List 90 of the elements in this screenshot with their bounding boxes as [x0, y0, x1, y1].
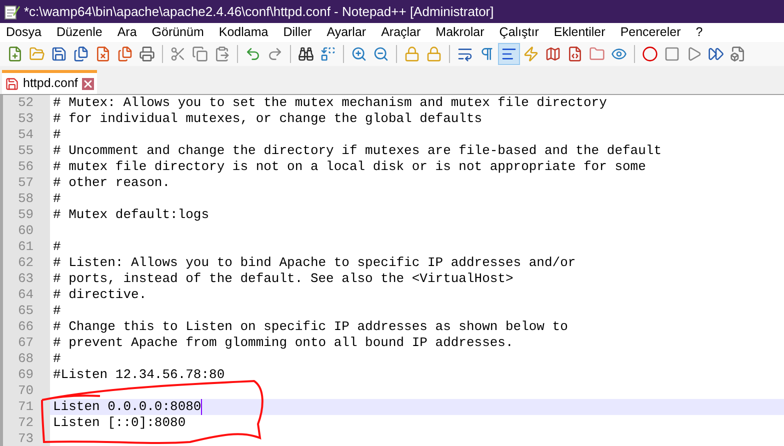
line-number: 56	[3, 159, 50, 175]
code-line: #	[52, 239, 62, 255]
menu-item[interactable]: Düzenle	[56, 23, 102, 42]
wrap-icon	[457, 46, 473, 62]
zoom-out-icon	[373, 46, 389, 62]
line-number: 53	[3, 111, 50, 127]
toolbar-button[interactable]	[498, 43, 520, 65]
code-line: #Listen 12.34.56.78:80	[52, 367, 226, 383]
code-line: #	[52, 351, 62, 367]
code-line: #	[52, 127, 62, 143]
code-line: # Mutex: Allows you to set the mutex mechanism and mutex file directory	[52, 95, 608, 111]
line-number: 70	[3, 383, 50, 399]
files-close-icon	[117, 46, 133, 62]
menu-item[interactable]: Araçlar	[381, 23, 421, 42]
code-line: # Mutex default:logs	[52, 207, 210, 223]
save-icon	[5, 76, 19, 90]
cut-icon	[170, 46, 186, 62]
line-number: 67	[3, 335, 50, 351]
code-line: #	[52, 191, 62, 207]
line-number: 72	[3, 415, 50, 431]
pilcrow-icon	[479, 46, 495, 62]
code-line: Listen [::0]:8080	[52, 415, 187, 431]
file-tab[interactable]: httpd.conf	[2, 70, 97, 94]
notepad-icon	[4, 4, 20, 20]
code-line: # mutex file directory is not on a local disk or is not appropriate for some	[52, 159, 647, 175]
close-icon[interactable]	[82, 78, 94, 90]
print-icon	[139, 46, 155, 62]
menu-item[interactable]: Makrolar	[436, 23, 484, 42]
zoom-in-icon	[351, 46, 367, 62]
fast-forward-icon	[708, 46, 724, 62]
menu-item[interactable]: Ara	[117, 23, 137, 42]
line-number: 52	[3, 95, 50, 111]
line-number: 58	[3, 191, 50, 207]
window-title: *c:\wamp64\bin\apache\apache2.4.46\conf\httpd.conf - Notepad++ [Administrator]	[24, 2, 494, 21]
code-line: #	[52, 303, 62, 319]
line-number: 61	[3, 239, 50, 255]
lightning-icon	[523, 46, 539, 62]
line-number: 54	[3, 127, 50, 143]
menu-item[interactable]: Çalıştır	[499, 23, 539, 42]
tab-label: httpd.conf	[23, 75, 78, 92]
play-icon	[686, 46, 702, 62]
record-icon	[642, 46, 658, 62]
line-number: 66	[3, 319, 50, 335]
line-number: 69	[3, 367, 50, 383]
code-line: # Uncomment and change the directory if mutexes are file-based and the default	[52, 143, 662, 159]
menu-item[interactable]: Eklentiler	[554, 23, 606, 42]
save-icon	[51, 46, 67, 62]
stop-icon	[664, 46, 680, 62]
files-icon	[73, 46, 89, 62]
new-file-icon	[7, 46, 23, 62]
line-number: 68	[3, 351, 50, 367]
text-cursor	[201, 399, 202, 415]
copy-icon	[192, 46, 208, 62]
line-number: 64	[3, 287, 50, 303]
folder-icon	[589, 46, 605, 62]
menu-item[interactable]: Dosya	[6, 23, 42, 42]
file-close-icon	[95, 46, 111, 62]
lock-icon	[426, 46, 442, 62]
folder-icon	[29, 46, 45, 62]
menu-item[interactable]: Görünüm	[152, 23, 204, 42]
indent-guide-icon	[501, 46, 517, 62]
line-number: 62	[3, 255, 50, 271]
line-number: 63	[3, 271, 50, 287]
line-number: 71	[3, 399, 50, 415]
line-number: 65	[3, 303, 50, 319]
code-line: # directive.	[52, 287, 148, 303]
line-number: 60	[3, 223, 50, 239]
eye-icon	[611, 46, 627, 62]
code-line: # Listen: Allows you to bind Apache to specific IP addresses and/or	[52, 255, 577, 271]
paste-icon	[214, 46, 230, 62]
menu-item[interactable]: Ayarlar	[326, 23, 366, 42]
line-number: 55	[3, 143, 50, 159]
code-line: # other reason.	[52, 175, 172, 191]
line-number: 73	[3, 431, 50, 446]
map-icon	[545, 46, 561, 62]
menu-item[interactable]: Kodlama	[218, 23, 268, 42]
line-number: 59	[3, 207, 50, 223]
code-line: # for individual mutexes, or change the global defaults	[52, 111, 484, 127]
menu-item[interactable]: Pencereler	[620, 23, 681, 42]
line-number: 57	[3, 175, 50, 191]
menu-item[interactable]: Diller	[283, 23, 312, 42]
code-line: # ports, instead of the default. See also the <VirtualHost>	[52, 271, 514, 287]
search-icon	[298, 46, 314, 62]
redo-icon	[267, 46, 283, 62]
replace-icon	[320, 46, 336, 62]
lock-icon	[404, 46, 420, 62]
code-line: # prevent Apache from glomming onto all bound IP addresses.	[52, 335, 514, 351]
code-line: # Change this to Listen on specific IP addresses as shown below to	[52, 319, 569, 335]
undo-icon	[245, 46, 261, 62]
menu-item[interactable]: ?	[696, 23, 703, 42]
